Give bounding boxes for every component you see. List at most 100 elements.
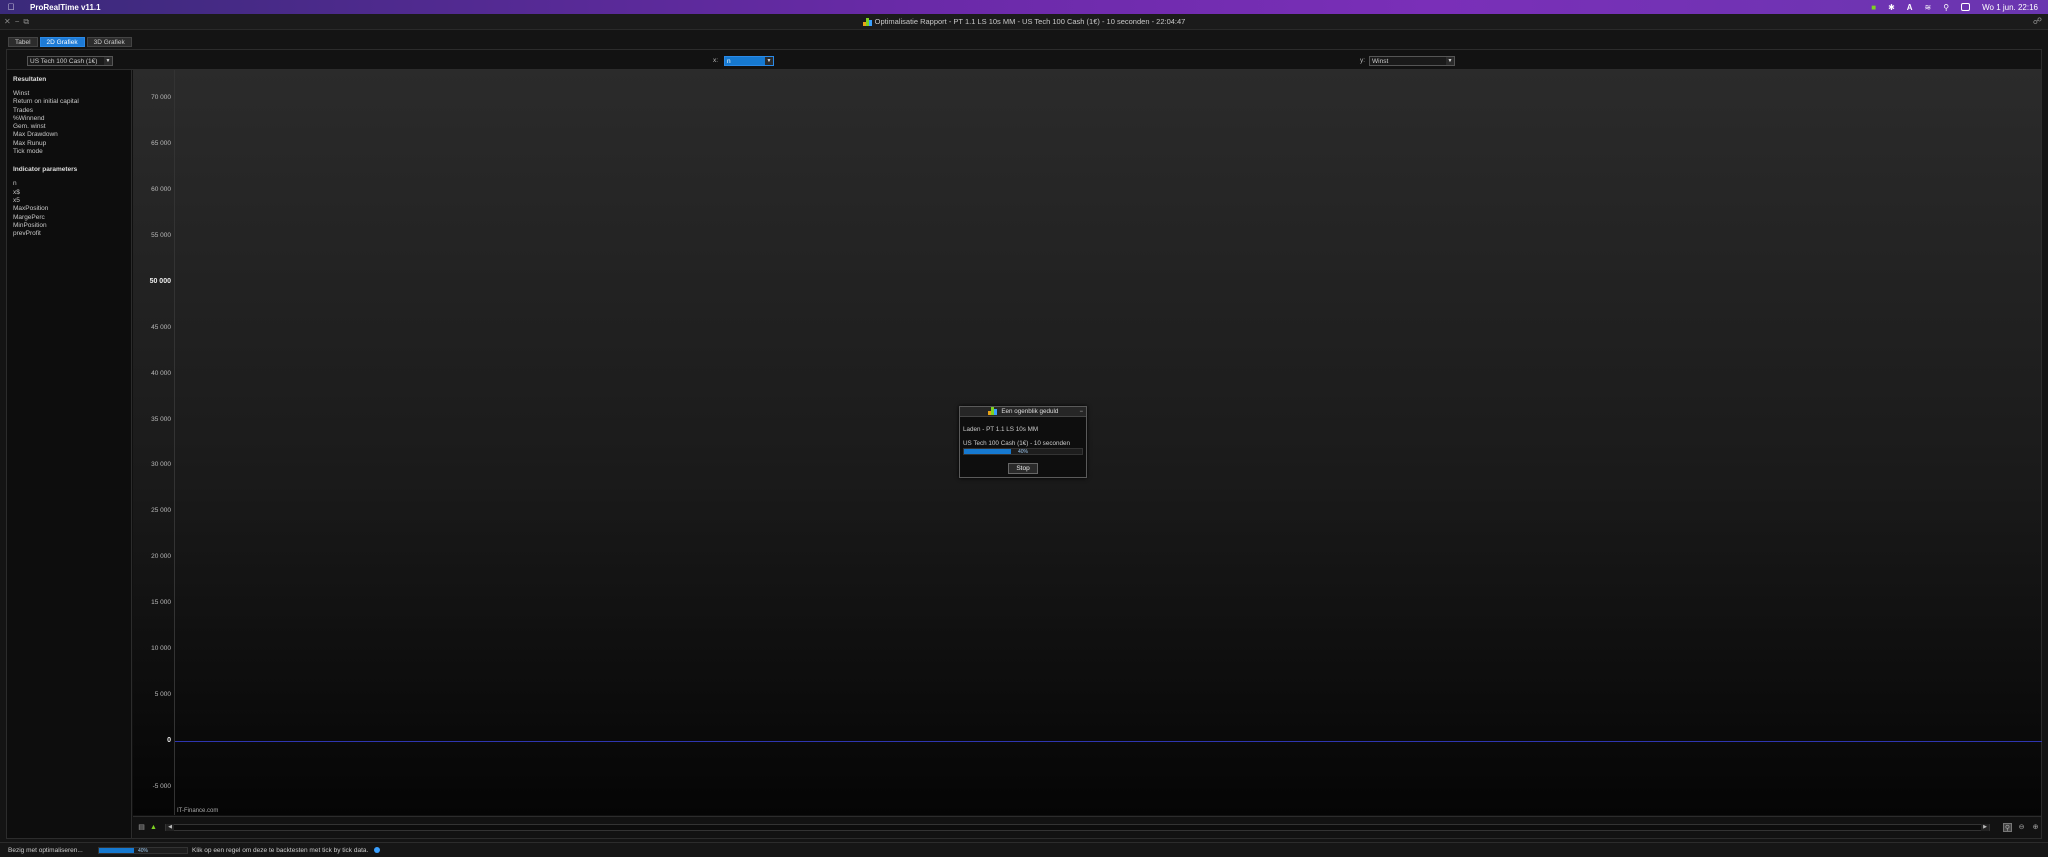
scroll-left-icon[interactable]: ◀ — [166, 824, 174, 831]
y-tick-label: 65 000 — [151, 139, 171, 147]
y-tick-label: 0 — [167, 737, 171, 745]
y-tick-label: -5 000 — [152, 783, 171, 791]
minimize-icon[interactable]: − — [1079, 407, 1083, 417]
instrument-select-value: US Tech 100 Cash (1€) — [30, 58, 98, 65]
zoom-out-icon[interactable]: ⊖ — [2017, 823, 2026, 832]
window-title: Optimalisatie Rapport - PT 1.1 LS 10s MM… — [874, 17, 1186, 26]
result-item[interactable]: Return on initial capital — [13, 98, 125, 106]
results-sidebar: Resultaten Winst Return on initial capit… — [7, 70, 132, 838]
chevron-down-icon: ▼ — [104, 57, 112, 65]
y-tick-label: 60 000 — [151, 185, 171, 193]
zoom-in-icon[interactable]: ⊕ — [2031, 823, 2040, 832]
tab-tabel[interactable]: Tabel — [8, 37, 38, 47]
chevron-down-icon: ▼ — [765, 57, 773, 65]
minimize-icon[interactable]: − — [15, 17, 20, 27]
result-item[interactable]: Max Drawdown — [13, 131, 125, 139]
result-item[interactable]: Max Runup — [13, 140, 125, 148]
x-variable-value: n — [727, 58, 731, 65]
y-tick-label: 10 000 — [151, 645, 171, 653]
tab-3d-grafiek[interactable]: 3D Grafiek — [86, 37, 132, 47]
loading-instrument-text: US Tech 100 Cash (1€) - 10 seconden — [963, 440, 1070, 447]
x-axis-label: x: — [713, 57, 719, 64]
status-progress-text: 40% — [137, 848, 148, 854]
window-controls: ✕ − ⧉ — [4, 17, 29, 27]
window-titlebar: ✕ − ⧉ Optimalisatie Rapport - PT 1.1 LS … — [0, 14, 2048, 30]
y-tick-label: 30 000 — [151, 461, 171, 469]
y-tick-label: 25 000 — [151, 507, 171, 515]
close-icon[interactable]: ✕ — [4, 17, 11, 27]
params-header: Indicator parameters — [13, 166, 78, 174]
detach-icon[interactable]: ⧉ — [23, 17, 29, 27]
result-item[interactable]: Trades — [13, 107, 125, 115]
results-header: Resultaten — [13, 76, 47, 83]
result-item[interactable]: Gem. winst — [13, 123, 125, 131]
prorealtime-logo-icon — [862, 17, 872, 26]
spotlight-icon[interactable]: ⚲ — [1943, 3, 1949, 12]
globe-icon — [374, 847, 381, 854]
status-text: Bezig met optimaliseren... — [8, 847, 83, 854]
app-name[interactable]: ProRealTime v11.1 — [30, 3, 101, 12]
y-tick-label: 35 000 — [151, 415, 171, 423]
result-item[interactable]: Winst — [13, 90, 125, 98]
watermark: IT-Finance.com — [177, 808, 219, 814]
result-item[interactable]: %Winnend — [13, 115, 125, 123]
y-tick-label: 5 000 — [154, 691, 171, 699]
clock-text[interactable]: Wo 1 jun. 22:16 — [1982, 3, 2038, 12]
y-axis: 70 000 65 000 60 000 55 000 50 000 45 000 40 0… — [133, 70, 175, 815]
bluetooth-icon[interactable]: ✱ — [1888, 3, 1895, 12]
param-item[interactable]: x5 — [13, 197, 125, 205]
menu-bar:  ProRealTime v11.1 ■ ✱ A ≋ ⚲ Wo 1 jun. … — [0, 0, 2048, 14]
y-tick-label: 55 000 — [151, 231, 171, 239]
param-item[interactable]: n — [13, 180, 125, 188]
param-item[interactable]: x$ — [13, 189, 125, 197]
y-tick-label: 40 000 — [151, 369, 171, 377]
y-variable-value: Winst — [1372, 58, 1389, 65]
scroll-right-icon[interactable]: ▶ — [1981, 824, 1989, 831]
y-variable-select[interactable]: Winst ▼ — [1369, 56, 1455, 66]
y-tick-label: 50 000 — [149, 277, 171, 285]
chart-toolbar: ▤ ▲ ◀ ▶ ⚲ ⊖ ⊕ — [133, 816, 2041, 838]
wifi-icon[interactable]: ≋ — [1925, 3, 1932, 12]
y-axis-label: y: — [1360, 57, 1366, 64]
param-item[interactable]: MargePerc — [13, 214, 125, 222]
status-bar: Bezig met optimaliseren... 40% Klik op e… — [0, 842, 2048, 857]
y-tick-label: 15 000 — [151, 599, 171, 607]
result-item[interactable]: Tick mode — [13, 148, 125, 156]
apple-icon[interactable]:  — [0, 2, 22, 12]
view-tabs: Tabel 2D Grafiek 3D Grafiek — [8, 37, 132, 47]
status-hint: Klik op een regel om deze te backtesten … — [192, 847, 381, 854]
results-list: Winst Return on initial capital Trades %… — [13, 90, 125, 156]
instrument-select[interactable]: US Tech 100 Cash (1€) ▼ — [27, 56, 113, 66]
menu-extras: ■ ✱ A ≋ ⚲ Wo 1 jun. 22:16 — [1871, 0, 2038, 14]
dialog-progress-bar: 40% — [963, 448, 1083, 455]
dialog-titlebar: Een ogenblik geduld − — [960, 407, 1086, 417]
share-icon[interactable]: ☍ — [2033, 16, 2042, 27]
x-variable-select[interactable]: n ▼ — [724, 56, 774, 66]
horizontal-scrollbar[interactable]: ◀ ▶ — [165, 824, 1990, 831]
param-item[interactable]: prevProfit — [13, 230, 125, 238]
optimization-report-window: ✕ − ⧉ Optimalisatie Rapport - PT 1.1 LS … — [0, 14, 2048, 857]
dialog-title: Een ogenblik geduld — [1001, 408, 1059, 415]
dialog-progress-text: 40% — [1017, 449, 1028, 455]
control-center-icon[interactable] — [1961, 3, 1971, 11]
calculator-icon[interactable]: ▤ — [137, 823, 146, 832]
loading-dialog: Een ogenblik geduld − Laden - PT 1.1 LS … — [959, 406, 1087, 478]
chart-area[interactable]: 70 000 65 000 60 000 55 000 50 000 45 000 40 0… — [133, 70, 2042, 815]
loading-text: Laden - PT 1.1 LS 10s MM — [963, 426, 1039, 433]
status-hint-text: Klik op een regel om deze te backtesten … — [192, 847, 369, 854]
param-item[interactable]: MinPosition — [13, 222, 125, 230]
param-item[interactable]: MaxPosition — [13, 205, 125, 213]
prorealtime-logo-icon — [987, 407, 997, 416]
y-tick-label: 20 000 — [151, 553, 171, 561]
prorealtime-status-icon[interactable]: ■ — [1871, 3, 1876, 12]
y-tick-label: 70 000 — [151, 93, 171, 101]
y-tick-label: 45 000 — [151, 323, 171, 331]
text-input-icon[interactable]: A — [1907, 3, 1913, 12]
chevron-down-icon: ▼ — [1446, 57, 1454, 65]
stop-button[interactable]: Stop — [1008, 463, 1038, 474]
backtest-icon[interactable]: ▲ — [149, 823, 158, 832]
zero-line — [175, 741, 2042, 743]
zoom-fit-icon[interactable]: ⚲ — [2003, 823, 2012, 832]
tab-2d-grafiek[interactable]: 2D Grafiek — [39, 37, 85, 47]
plot-area[interactable]: IT-Finance.com — [174, 70, 2042, 815]
